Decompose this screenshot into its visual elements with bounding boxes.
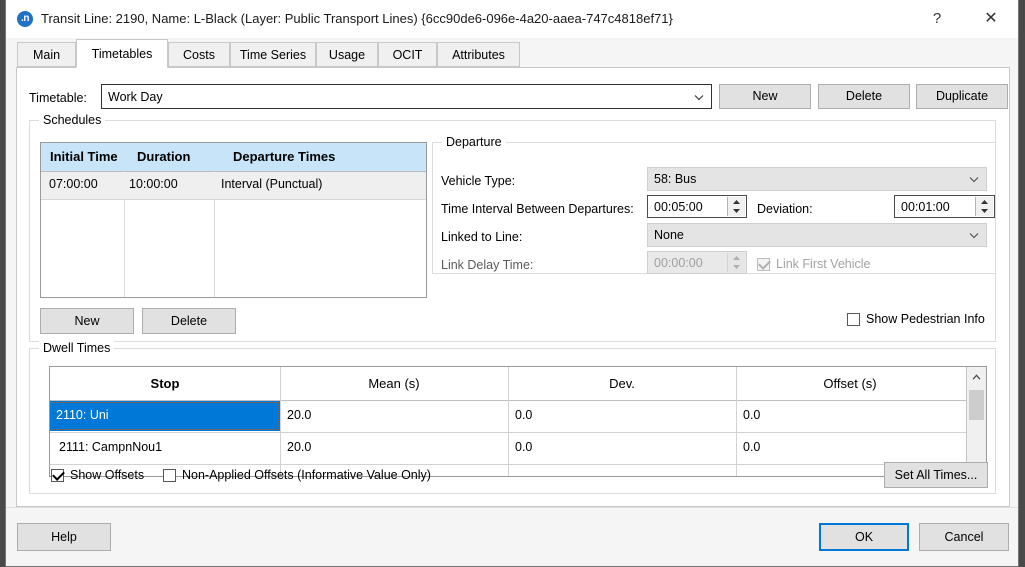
scrollbar-thumb[interactable] [969,390,984,420]
deviation-spinner[interactable]: 00:01:00 [894,195,995,218]
timetable-label: Timetable: [29,91,87,105]
schedules-col-departure-times: Departure Times [233,149,335,164]
vehicle-type-label: Vehicle Type: [441,174,515,188]
dwell-times-table-header: Stop Mean (s) Dev. Offset (s) [50,367,986,401]
title-bar: .n Transit Line: 2190, Name: L-Black (La… [6,0,1018,39]
dwell-times-table[interactable]: Stop Mean (s) Dev. Offset (s) 2110: Uni … [49,366,987,477]
non-applied-offsets-label: Non-Applied Offsets (Informative Value O… [182,468,431,482]
schedule-duration: 10:00:00 [129,177,178,191]
help-button[interactable]: Help [17,523,111,551]
time-interval-value: 00:05:00 [654,200,703,214]
timetable-combobox[interactable]: Work Day [101,84,712,109]
vehicle-type-combobox[interactable]: 58: Bus [647,167,987,191]
close-icon[interactable]: ✕ [968,0,1014,37]
app-icon: .n [17,11,33,27]
window-title: Transit Line: 2190, Name: L-Black (Layer… [41,11,673,26]
tab-ocit[interactable]: OCIT [378,42,437,67]
dialog-window: .n Transit Line: 2190, Name: L-Black (La… [5,0,1019,567]
schedule-departure-times: Interval (Punctual) [221,177,322,191]
schedules-delete-button[interactable]: Delete [142,308,236,334]
cancel-button[interactable]: Cancel [919,523,1009,551]
scroll-up-icon[interactable] [967,367,986,386]
spinner-up-icon [728,253,745,263]
tab-main[interactable]: Main [17,42,76,67]
schedules-col-duration: Duration [137,149,190,164]
tab-bar: Main Timetables Costs Time Series Usage … [6,38,1018,68]
link-first-vehicle-box [757,258,770,271]
dwell-stop-value: 2110: Uni [56,408,109,422]
linked-to-line-value: None [654,228,684,242]
schedules-table[interactable]: Initial Time Duration Departure Times 07… [40,142,427,298]
dwell-offset-value: 0.0 [743,440,760,454]
vehicle-type-value: 58: Bus [654,172,696,186]
dwell-times-table-row[interactable]: 2110: Uni 20.0 0.0 0.0 [50,401,986,433]
linked-to-line-label: Linked to Line: [441,230,522,244]
dwell-col-mean: Mean (s) [280,376,508,391]
show-offsets-box [51,469,64,482]
timetable-new-button[interactable]: New [719,84,811,109]
show-pedestrian-info-box [847,313,860,326]
spinner-down-icon [728,263,745,273]
dwell-col-stop: Stop [50,376,280,391]
dwell-times-group-label: Dwell Times [39,341,114,355]
timetables-panel: Timetable: Work Day New Delete Duplicate… [16,67,1010,507]
dwell-col-dev: Dev. [508,376,736,391]
ok-button[interactable]: OK [819,523,909,551]
tab-attributes[interactable]: Attributes [437,42,520,67]
time-interval-label: Time Interval Between Departures: [441,202,634,216]
linked-to-line-combobox[interactable]: None [647,223,987,247]
tab-usage[interactable]: Usage [316,42,378,67]
chevron-down-icon [969,231,978,240]
dwell-stop-cell-selected[interactable]: 2110: Uni [50,401,280,431]
chevron-down-icon [969,175,978,184]
spinner-down-icon[interactable] [976,207,993,217]
spinner-up-icon[interactable] [728,197,745,207]
deviation-label: Deviation: [757,202,813,216]
dwell-stop-value: 2111: CampnNou1 [59,440,162,454]
time-interval-spinner-buttons[interactable] [727,197,745,216]
spinner-down-icon[interactable] [728,207,745,217]
link-delay-time-value: 00:00:00 [654,256,703,270]
tab-timetables[interactable]: Timetables [76,39,168,68]
dwell-col-offset: Offset (s) [736,376,964,391]
titlebar-help-icon[interactable]: ? [914,0,960,37]
dwell-dev-value: 0.0 [515,440,532,454]
schedules-table-header: Initial Time Duration Departure Times [41,143,426,172]
show-offsets-label: Show Offsets [70,468,144,482]
timetable-duplicate-button[interactable]: Duplicate [916,84,1008,109]
check-icon [758,257,771,270]
chevron-down-icon [694,92,703,101]
schedules-group-label: Schedules [39,113,105,127]
dwell-mean-value: 20.0 [287,440,311,454]
dwell-times-scrollbar[interactable] [966,367,986,476]
dialog-footer: Help OK Cancel [6,507,1018,566]
schedules-col-initial-time: Initial Time [50,149,118,164]
show-pedestrian-info-label: Show Pedestrian Info [866,312,985,326]
link-delay-spinner-buttons [727,253,745,272]
non-applied-offsets-box [163,469,176,482]
schedule-initial-time: 07:00:00 [49,177,98,191]
check-icon [52,468,65,481]
dwell-mean-value: 20.0 [287,408,311,422]
timetable-combobox-value: Work Day [108,90,163,104]
set-all-times-button[interactable]: Set All Times... [884,462,988,488]
link-delay-time-label: Link Delay Time: [441,258,533,272]
time-interval-spinner[interactable]: 00:05:00 [647,195,747,218]
dwell-dev-value: 0.0 [515,408,532,422]
deviation-spinner-buttons[interactable] [975,197,993,216]
dwell-offset-value: 0.0 [743,408,760,422]
dwell-times-table-row[interactable]: 2111: CampnNou1 20.0 0.0 0.0 [50,433,986,465]
link-first-vehicle-label: Link First Vehicle [776,257,870,271]
timetable-delete-button[interactable]: Delete [818,84,910,109]
link-delay-time-spinner: 00:00:00 [647,251,747,274]
departure-group-label: Departure [442,135,506,149]
spinner-up-icon[interactable] [976,197,993,207]
schedules-new-button[interactable]: New [40,308,134,334]
deviation-value: 00:01:00 [901,200,950,214]
schedules-table-row[interactable]: 07:00:00 10:00:00 Interval (Punctual) [41,172,426,200]
tab-time-series[interactable]: Time Series [230,42,316,67]
tab-costs[interactable]: Costs [168,42,230,67]
